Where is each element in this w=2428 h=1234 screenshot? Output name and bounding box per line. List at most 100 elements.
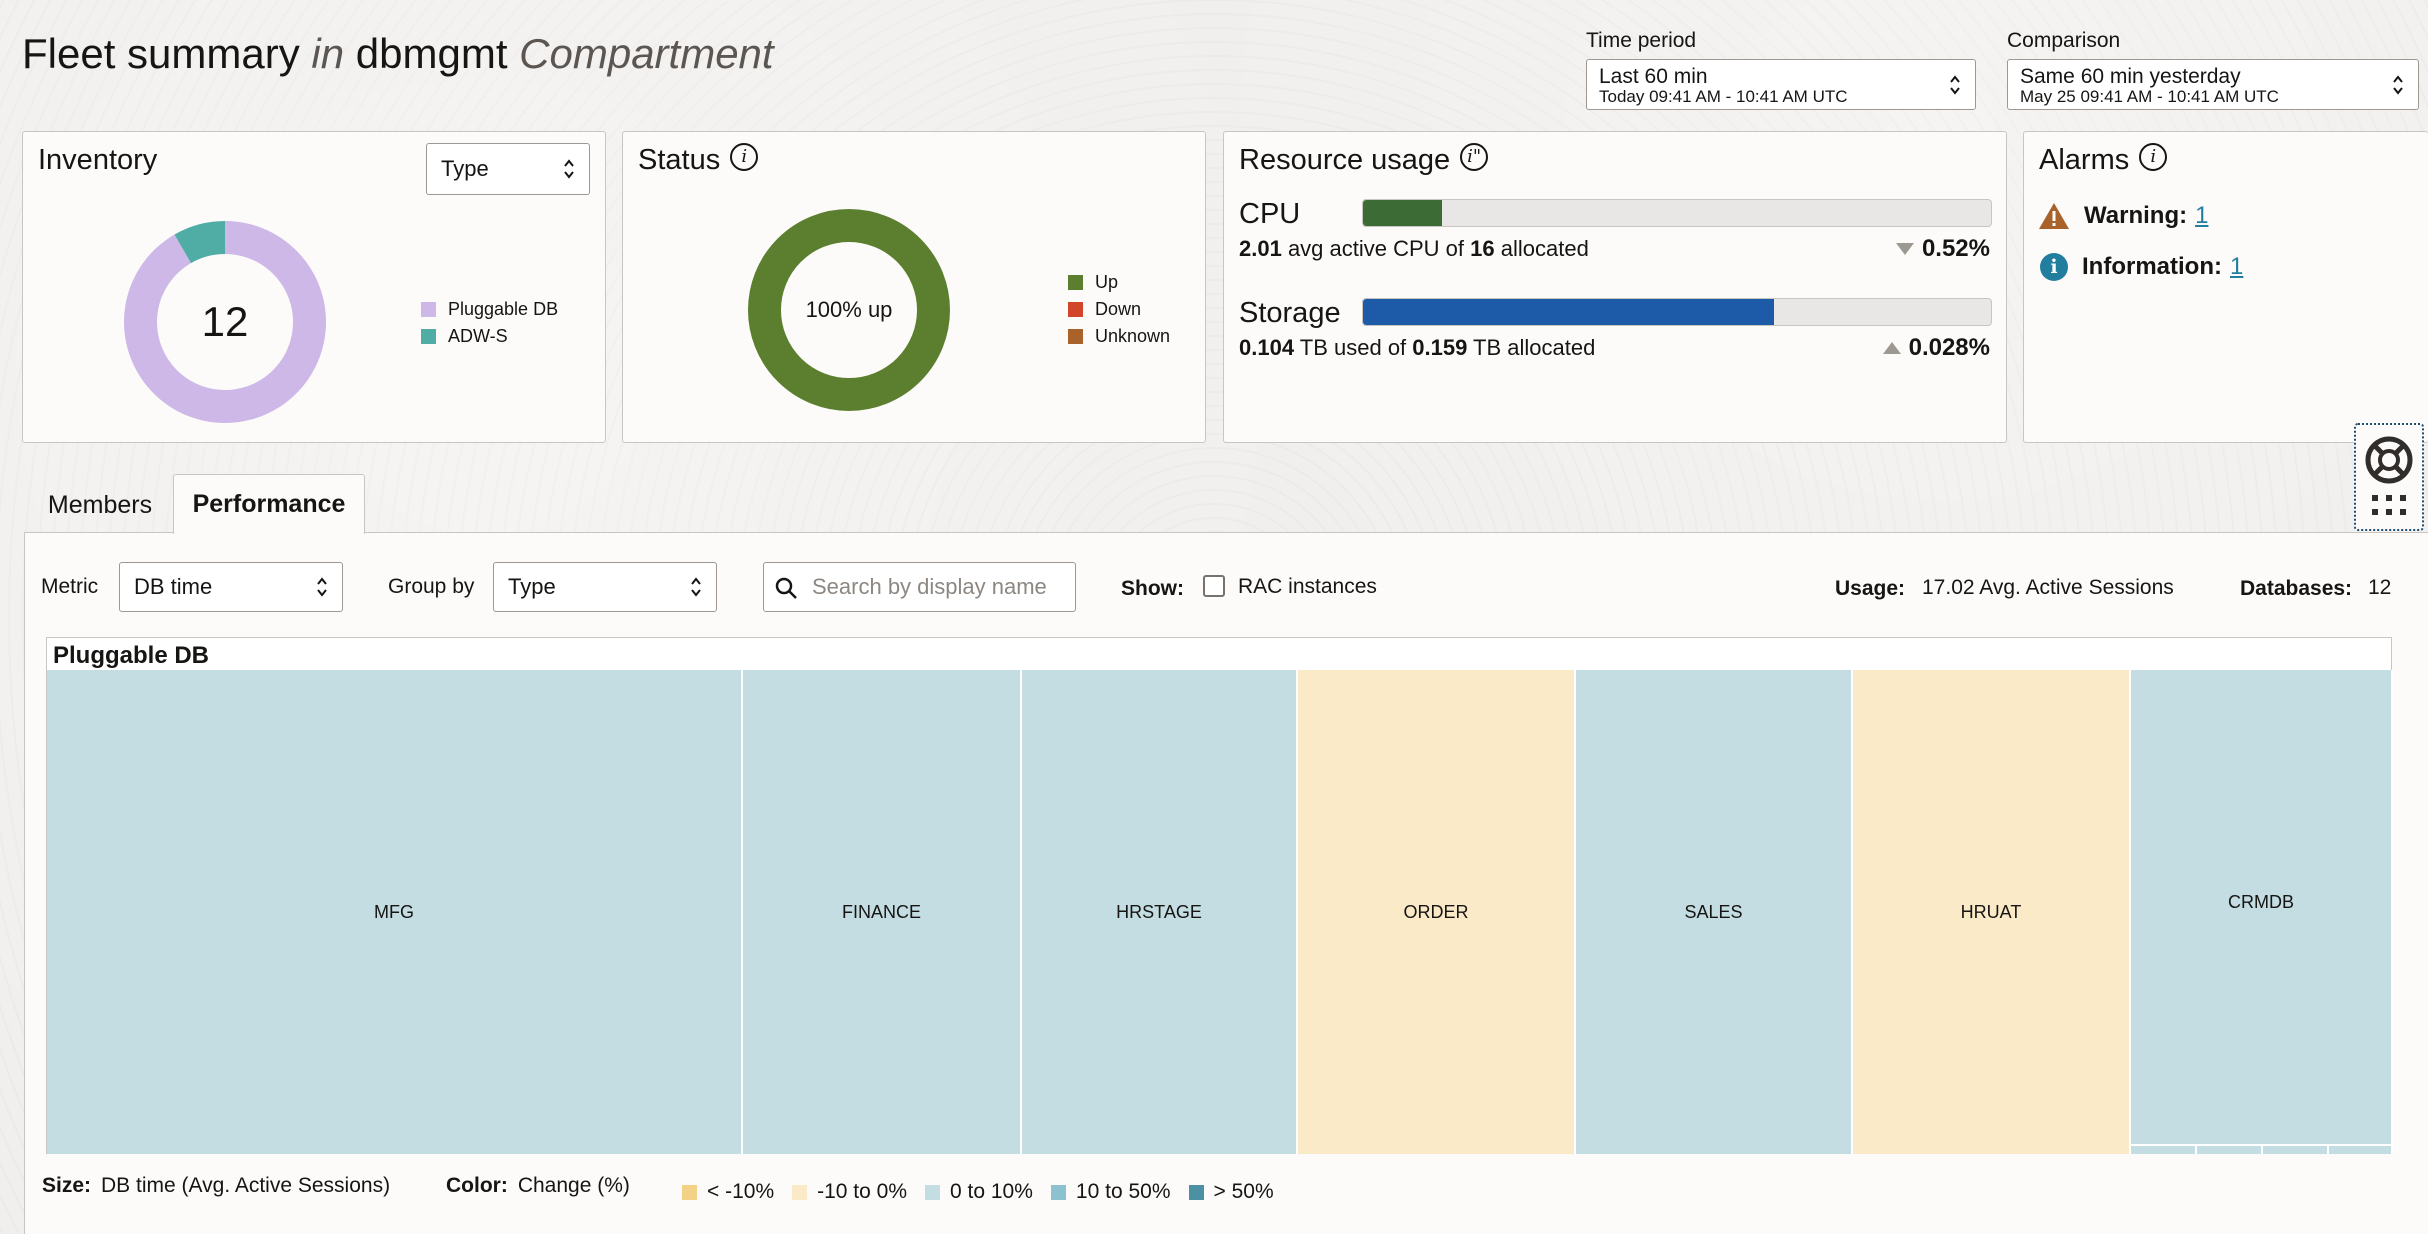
treemap-cell-label: HRSTAGE: [1116, 901, 1202, 922]
warning-icon: [2039, 203, 2069, 229]
storage-change-value: 0.028%: [1908, 334, 1990, 361]
usage-value: 17.02 Avg. Active Sessions: [1922, 576, 2174, 599]
trend-up-icon: [1882, 342, 1901, 354]
treemap-cell-crmdb[interactable]: CRMDB: [2131, 670, 2393, 1144]
color-scale-legend: < -10% -10 to 0% 0 to 10% 10 to 50% > 50%: [682, 1180, 1292, 1204]
treemap-cell-mfg[interactable]: MFG: [47, 670, 743, 1154]
time-period-group: Time period Last 60 min Today 09:41 AM -…: [1586, 29, 1976, 110]
chevron-updown-icon: [563, 158, 575, 180]
treemap-cell-hrstage[interactable]: HRSTAGE: [1022, 670, 1298, 1154]
storage-used-text: TB used of: [1294, 335, 1413, 360]
cpu-usage-fill: [1363, 200, 1442, 226]
information-icon: i: [2040, 253, 2068, 281]
treemap-cell-hruat[interactable]: HRUAT: [1853, 670, 2131, 1154]
group-by-label: Group by: [388, 575, 475, 598]
comparison-select[interactable]: Same 60 min yesterday May 25 09:41 AM - …: [2007, 59, 2419, 110]
metric-select[interactable]: DB time: [119, 562, 343, 612]
status-legend-item[interactable]: Unknown: [1068, 323, 1170, 350]
storage-allocated-value: 0.159: [1412, 335, 1468, 360]
group-by-select[interactable]: Type: [493, 562, 717, 612]
status-legend-item[interactable]: Up: [1068, 269, 1170, 296]
treemap-cell-sales[interactable]: SALES: [1576, 670, 1853, 1154]
storage-usage-text: 0.104 TB used of 0.159 TB allocated: [1239, 335, 1595, 361]
status-legend-item[interactable]: Down: [1068, 296, 1170, 323]
legend-swatch: [1068, 275, 1083, 290]
time-period-select[interactable]: Last 60 min Today 09:41 AM - 10:41 AM UT…: [1586, 59, 1976, 110]
status-center-text: 100% up: [805, 297, 893, 322]
help-widget[interactable]: [2354, 423, 2424, 531]
information-count-link[interactable]: 1: [2230, 253, 2243, 281]
color-scale-swatch: [925, 1184, 941, 1200]
color-scale-swatch: [1050, 1184, 1066, 1200]
color-label: Color:: [446, 1174, 508, 1197]
treemap-cell-label: MFG: [374, 901, 414, 922]
title-prefix: Fleet summary: [22, 30, 300, 77]
apps-grid-icon[interactable]: [2372, 495, 2406, 517]
warning-count-link[interactable]: 1: [2195, 202, 2208, 230]
treemap-cell-label: CRMDB: [2228, 891, 2294, 912]
storage-usage-fill: [1363, 299, 1774, 325]
color-scale-swatch: [1188, 1184, 1204, 1200]
treemap-subcell[interactable]: [2197, 1144, 2263, 1154]
page-title: Fleet summary in dbmgmt Compartment: [22, 30, 774, 78]
treemap-subcell[interactable]: [2329, 1144, 2393, 1154]
info-icon[interactable]: i": [1460, 143, 1489, 172]
color-scale-label: 0 to 10%: [950, 1180, 1033, 1203]
inventory-card: Inventory Type 12 Pluggable DB ADW-S: [22, 131, 606, 443]
legend-swatch: [421, 329, 436, 344]
color-legend: Color: Change (%): [446, 1174, 630, 1198]
size-label: Size:: [42, 1174, 92, 1197]
title-in: in: [311, 30, 345, 77]
cpu-usage-text: 2.01 avg active CPU of 16 allocated: [1239, 236, 1589, 262]
inventory-type-select[interactable]: Type: [426, 143, 590, 195]
cpu-change: 0.52%: [1895, 235, 1990, 263]
cpu-label: CPU: [1239, 198, 1301, 230]
metric-value: DB time: [134, 574, 213, 599]
treemap-cell-order[interactable]: ORDER: [1298, 670, 1576, 1154]
storage-usage-bar: [1362, 298, 1992, 326]
status-legend: Up Down Unknown: [1068, 269, 1170, 350]
inventory-legend-item[interactable]: ADW-S: [421, 323, 558, 350]
alarm-information-row: i Information: 1: [2040, 253, 2243, 281]
search-input[interactable]: Search by display name: [763, 562, 1076, 612]
databases-value: 12: [2368, 576, 2392, 599]
inventory-legend-item[interactable]: Pluggable DB: [421, 296, 558, 323]
comparison-group: Comparison Same 60 min yesterday May 25 …: [2007, 29, 2419, 110]
status-card: Status i 100% up Up Down Unknown: [622, 131, 1206, 443]
time-period-value: Last 60 min: [1599, 65, 1708, 88]
tab-performance[interactable]: Performance: [173, 474, 365, 534]
alarms-title: Alarms: [2039, 144, 2130, 176]
legend-swatch: [421, 302, 436, 317]
info-icon[interactable]: i: [730, 143, 759, 172]
lifebuoy-icon[interactable]: [2364, 435, 2414, 485]
color-scale-item: > 50%: [1188, 1180, 1274, 1204]
legend-swatch: [1068, 329, 1083, 344]
inventory-title: Inventory: [38, 144, 158, 176]
tab-members[interactable]: Members: [30, 476, 170, 534]
color-scale-swatch: [792, 1184, 808, 1200]
cpu-allocated-text: allocated: [1494, 236, 1589, 261]
compartment-name: dbmgmt: [355, 30, 508, 77]
rac-instances-checkbox[interactable]: [1203, 575, 1225, 597]
color-scale-item: -10 to 0%: [792, 1180, 907, 1204]
info-icon[interactable]: i: [2139, 143, 2168, 172]
storage-used-value: 0.104: [1239, 335, 1295, 360]
cpu-used-value: 2.01: [1239, 236, 1282, 261]
treemap-subcell[interactable]: [2131, 1144, 2197, 1154]
cpu-used-text: avg active CPU of: [1281, 236, 1471, 261]
chevron-updown-icon: [690, 576, 702, 598]
legend-label: Up: [1095, 272, 1119, 292]
legend-label: Unknown: [1095, 326, 1171, 346]
metric-label: Metric: [41, 575, 99, 598]
treemap-cell-finance[interactable]: FINANCE: [743, 670, 1022, 1154]
search-icon: [775, 577, 797, 599]
resource-usage-card: Resource usage i" CPU 2.01 avg active CPU…: [1223, 131, 2007, 443]
alarms-card: Alarms i Warning: 1 i Information: 1: [2023, 131, 2428, 443]
warning-label: Warning:: [2084, 202, 2188, 229]
chevron-updown-icon: [1949, 74, 1961, 96]
storage-allocated-text: TB allocated: [1467, 335, 1596, 360]
status-title: Status: [638, 144, 721, 176]
trend-down-icon: [1895, 243, 1914, 255]
treemap-subcell[interactable]: [2263, 1144, 2329, 1154]
resource-usage-title-wrap: Resource usage i": [1239, 143, 1489, 177]
